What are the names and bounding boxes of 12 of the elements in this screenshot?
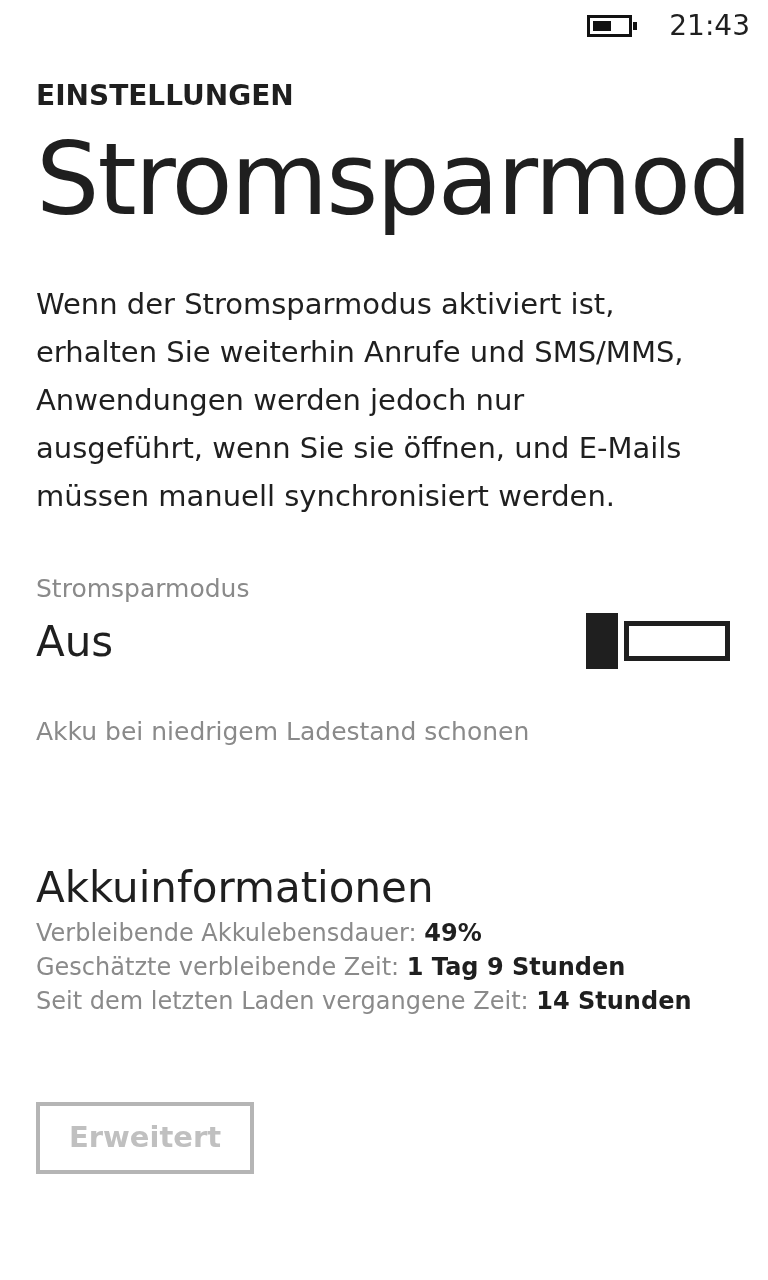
info-line: Seit dem letzten Laden vergangene Zeit: 14 Stunden <box>36 986 693 1017</box>
section-heading: Akkuinformationen <box>36 862 434 914</box>
page-title: Stromsparmod <box>36 120 751 240</box>
clock-time: 21:43 <box>669 8 750 44</box>
battery-icon <box>587 15 640 37</box>
app-title: EINSTELLUNGEN <box>36 82 294 110</box>
hint-text: Akku bei niedrigem Ladestand schonen <box>36 715 530 748</box>
info-line: Verbleibende Akkulebensdauer: 49% <box>36 918 483 949</box>
setting-value: Aus <box>36 615 114 668</box>
info-line: Geschätzte verbleibende Zeit: 1 Tag 9 Stunden <box>36 952 627 983</box>
description-text: Wenn der Stromsparmodus aktiviert ist, erhalten Sie weiterhin Anrufe und SMS/MMS, Anwendungen werden jedoch nur ausgeführt, wenn Sie sie öffnen, und E-Mails müssen manuell synchronisiert werden. <box>36 286 685 515</box>
setting-label: Stromsparmodus <box>36 573 250 605</box>
